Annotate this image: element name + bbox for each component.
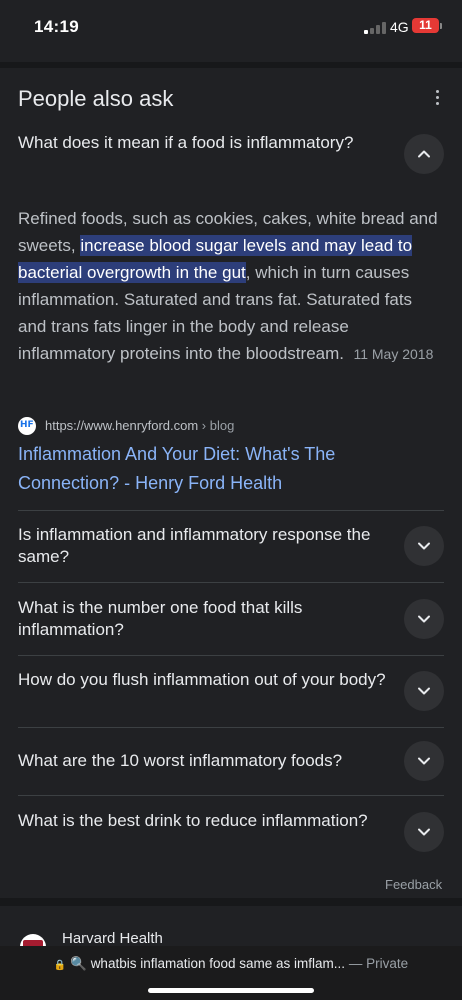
harvard-health-favicon (20, 934, 46, 946)
chevron-down-icon[interactable] (404, 741, 444, 781)
lock-icon: 🔒 (53, 960, 67, 971)
paa-question-expanded[interactable]: What does it mean if a food is inflammat… (18, 132, 388, 154)
paa-answer: Refined foods, such as cookies, cakes, w… (18, 205, 438, 368)
chevron-down-icon[interactable] (404, 526, 444, 566)
battery-icon: 11 (412, 18, 439, 33)
answer-date: 11 May 2018 (353, 346, 434, 362)
more-vert-icon[interactable] (428, 88, 448, 108)
address-field[interactable]: 🔒 🔍 whatbis inflamation food same as imf… (0, 956, 462, 972)
paa-question[interactable]: What are the 10 worst inflammatory foods… (18, 750, 388, 772)
network-type: 4G (390, 19, 409, 35)
divider (18, 510, 444, 511)
divider (18, 582, 444, 583)
search-icon: 🔍 (70, 956, 87, 971)
private-mode-label: — Private (348, 956, 409, 971)
section-separator (0, 898, 462, 906)
paa-question[interactable]: What is the best drink to reduce inflamm… (18, 810, 388, 832)
address-query: whatbis inflamation food same as imflam.… (90, 956, 346, 971)
chevron-up-icon[interactable] (404, 134, 444, 174)
divider (18, 655, 444, 656)
source-breadcrumb: › blog (198, 418, 235, 433)
browser-address-bar[interactable]: 🔒 🔍 whatbis inflamation food same as imf… (0, 946, 462, 1000)
henryford-favicon: HF (18, 417, 36, 435)
status-time: 14:19 (34, 17, 79, 36)
status-bar: 14:19 4G 11 (0, 0, 462, 60)
next-result-card[interactable]: Harvard Health (0, 906, 462, 946)
result-link-title[interactable]: Inflammation And Your Diet: What's The C… (18, 440, 398, 498)
paa-question[interactable]: How do you flush inflammation out of you… (18, 669, 388, 691)
signal-icon (364, 22, 386, 34)
source-url[interactable]: https://www.henryford.com › blog (45, 418, 234, 433)
paa-question[interactable]: Is inflammation and inflammatory respons… (18, 524, 388, 568)
home-indicator[interactable] (148, 988, 314, 993)
chevron-down-icon[interactable] (404, 599, 444, 639)
divider (18, 795, 444, 796)
feedback-link[interactable]: Feedback (385, 877, 442, 892)
paa-heading: People also ask (18, 86, 174, 111)
chevron-down-icon[interactable] (404, 812, 444, 852)
battery-tip (440, 23, 442, 29)
paa-question[interactable]: What is the number one food that kills i… (18, 597, 388, 641)
divider (18, 727, 444, 728)
chevron-down-icon[interactable] (404, 671, 444, 711)
result-site-name: Harvard Health (62, 930, 163, 946)
